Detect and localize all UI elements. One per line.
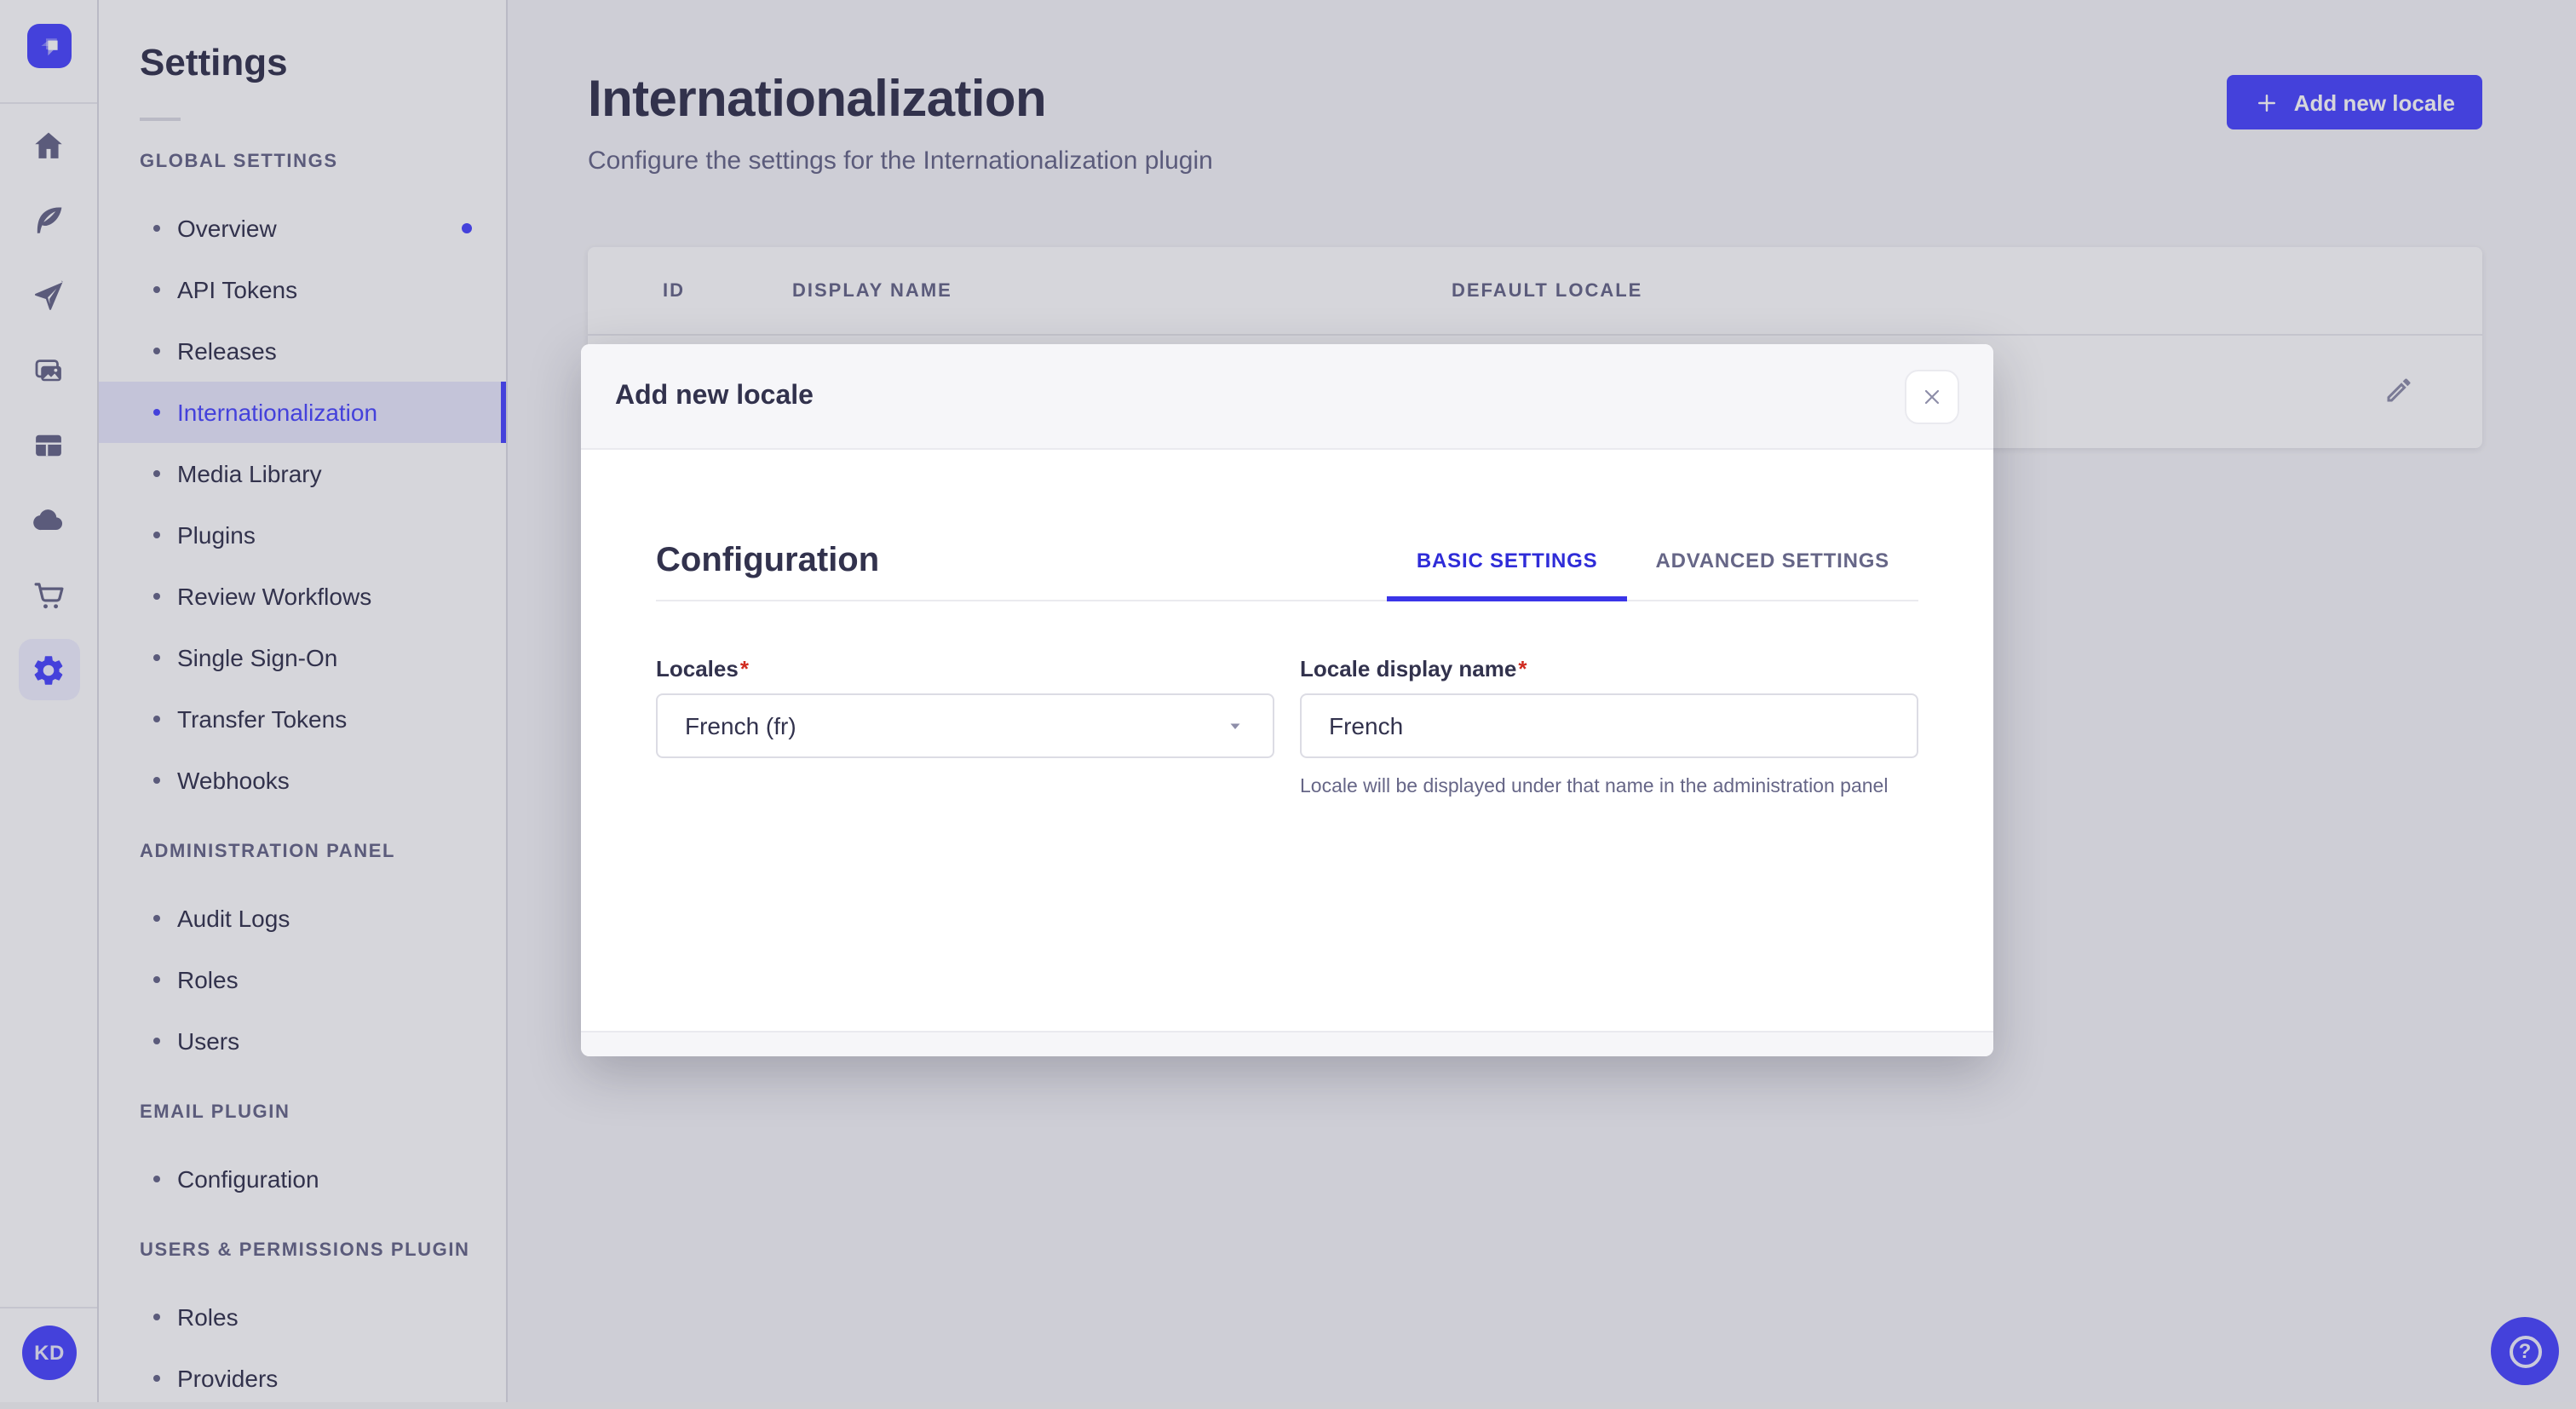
- required-asterisk: *: [1518, 656, 1527, 681]
- settings-tabs: BASIC SETTINGS ADVANCED SETTINGS: [1387, 537, 1918, 601]
- modal-header: Add new locale: [581, 344, 1993, 450]
- modal-footer: Cancel Save: [581, 1031, 1993, 1056]
- locales-select[interactable]: French (fr): [656, 693, 1274, 758]
- close-modal-button[interactable]: [1905, 369, 1959, 423]
- locales-select-value: French (fr): [685, 712, 796, 739]
- locales-label: Locales *: [656, 656, 1274, 681]
- modal-title: Add new locale: [615, 381, 814, 410]
- close-icon: [1924, 388, 1940, 404]
- locales-field: Locales * French (fr): [656, 656, 1274, 801]
- app-root: KD Settings GLOBAL SETTINGS Overview API…: [0, 0, 2576, 1402]
- display-name-input[interactable]: [1300, 693, 1918, 758]
- chevron-down-icon: [1230, 723, 1240, 729]
- display-name-label: Locale display name *: [1300, 656, 1918, 681]
- tab-advanced-settings[interactable]: ADVANCED SETTINGS: [1626, 537, 1918, 584]
- configuration-heading: Configuration: [656, 541, 880, 578]
- tab-basic-settings[interactable]: BASIC SETTINGS: [1387, 537, 1628, 601]
- display-name-hint: Locale will be displayed under that name…: [1300, 777, 1889, 797]
- locales-label-text: Locales: [656, 656, 739, 681]
- add-locale-modal: Add new locale Configuration BASIC SETTI…: [581, 344, 1993, 1056]
- display-name-label-text: Locale display name: [1300, 656, 1517, 681]
- required-asterisk: *: [739, 656, 749, 681]
- modal-body: Configuration BASIC SETTINGS ADVANCED SE…: [581, 537, 1993, 1031]
- tabs-divider: [656, 600, 1918, 601]
- display-name-field: Locale display name* Locale will be disp…: [1300, 656, 1918, 801]
